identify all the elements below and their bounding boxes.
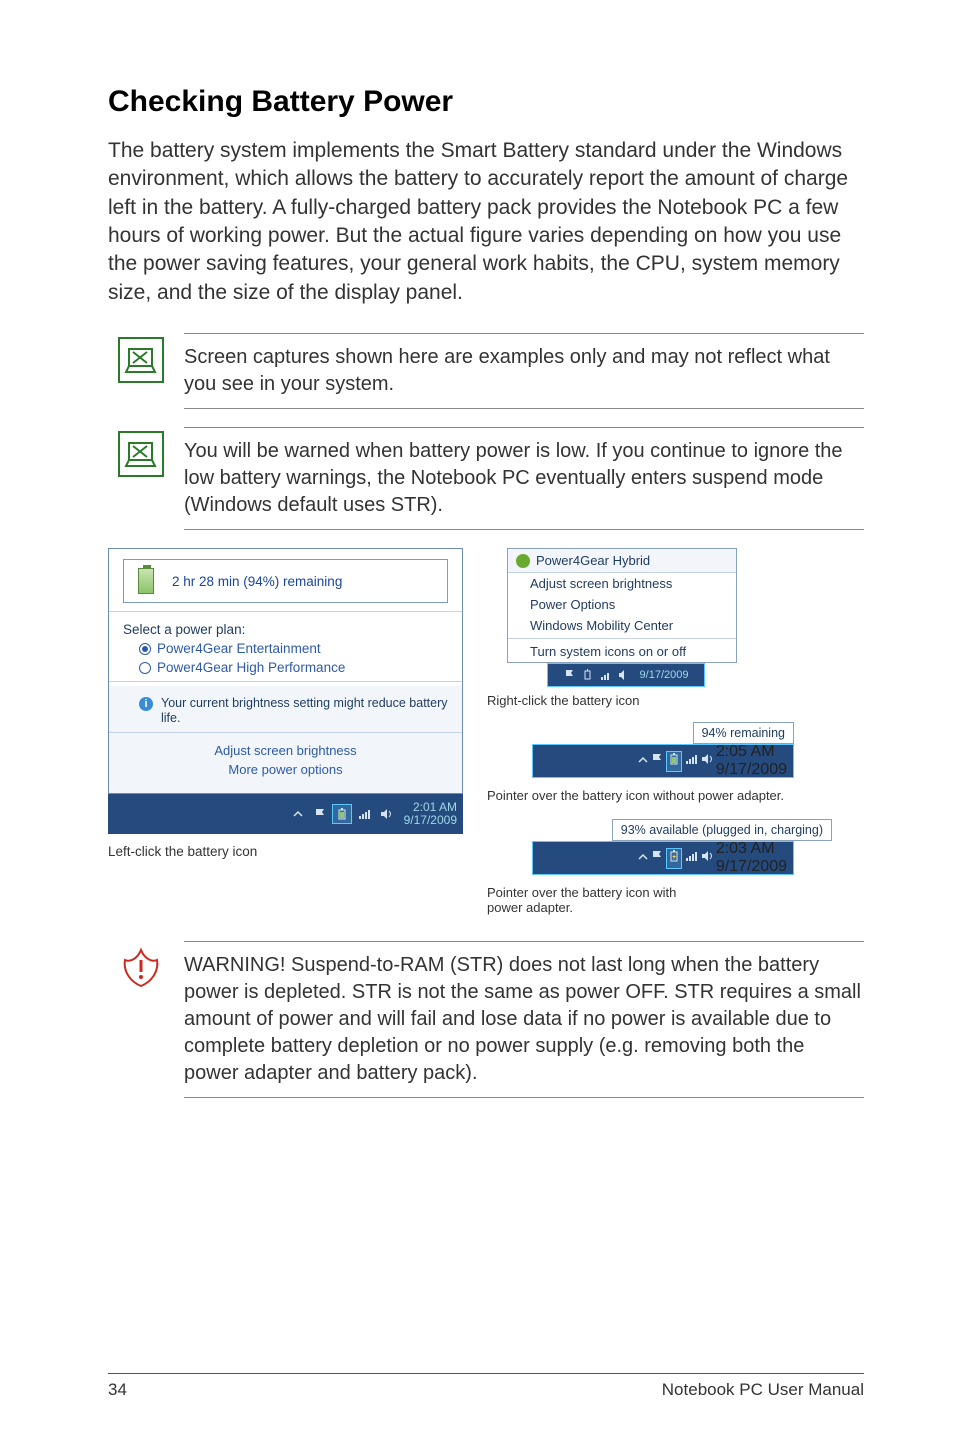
ctx-item-system-icons[interactable]: Turn system icons on or off [508,641,736,662]
flag-icon[interactable] [310,804,330,824]
radio-checked-icon [139,643,151,655]
battery-charging-tray-icon[interactable] [666,848,682,869]
taskbar-left: 2:01 AM 9/17/2009 [108,794,463,834]
caption-right-3-line1: Pointer over the battery icon with [487,885,864,900]
tooltip-remaining: 94% remaining [693,722,794,744]
intro-paragraph: The battery system implements the Smart … [108,137,864,307]
tray-time: 2:03 AM [716,840,787,858]
warning-icon [118,945,164,991]
radio-icon [139,662,151,674]
context-menu-header[interactable]: Power4Gear Hybrid [508,549,736,573]
plan-option-1[interactable]: Power4Gear Entertainment [109,639,462,658]
figure-left: 2 hr 28 min (94%) remaining Select a pow… [108,548,463,915]
tooltip-charging: 93% available (plugged in, charging) [612,819,832,841]
link-adjust-brightness[interactable]: Adjust screen brightness [123,741,448,760]
power4gear-icon [516,554,530,568]
manual-label: Notebook PC User Manual [662,1380,864,1400]
network-icon[interactable] [684,752,698,771]
power-popup: 2 hr 28 min (94%) remaining Select a pow… [108,548,463,794]
tray-date: 9/17/2009 [404,814,457,827]
flag-icon [564,668,578,682]
chevron-up-icon[interactable] [288,804,308,824]
ctx-item-brightness[interactable]: Adjust screen brightness [508,573,736,594]
note-icon [118,431,164,477]
warning-block: WARNING! Suspend-to-RAM (STR) does not l… [118,941,864,1098]
tray-clock[interactable]: 2:05 AM 9/17/2009 [716,743,787,779]
ctx-tail: 9/17/2009 [547,663,705,687]
ctx-tail-date: 9/17/2009 [636,669,689,681]
remaining-box: 2 hr 28 min (94%) remaining [123,559,448,603]
battery-tray-icon[interactable] [332,804,352,824]
tray-clock[interactable]: 2:03 AM 9/17/2009 [716,840,787,876]
caption-right-2: Pointer over the battery icon without po… [487,788,864,803]
battery-icon [138,568,154,594]
tray-clock[interactable]: 2:01 AM 9/17/2009 [398,801,457,827]
divider [109,611,462,612]
warning-text: WARNING! Suspend-to-RAM (STR) does not l… [184,941,864,1098]
caption-right-3-line2: power adapter. [487,900,864,915]
info-icon: i [139,697,153,711]
network-icon[interactable] [354,804,374,824]
context-menu-header-label: Power4Gear Hybrid [536,553,650,568]
tray-date: 9/17/2009 [716,761,787,779]
note-2: You will be warned when battery power is… [118,427,864,530]
context-menu: Power4Gear Hybrid Adjust screen brightne… [507,548,737,663]
page-footer: 34 Notebook PC User Manual [108,1373,864,1400]
ctx-item-mobility-center[interactable]: Windows Mobility Center [508,615,736,636]
battery-tray-icon[interactable] [666,751,682,772]
network-icon[interactable] [684,849,698,868]
figures-row: 2 hr 28 min (94%) remaining Select a pow… [108,548,864,915]
caption-left: Left-click the battery icon [108,844,463,859]
note-1-text: Screen captures shown here are examples … [184,333,864,409]
chevron-up-icon[interactable] [638,849,648,867]
link-more-power-options[interactable]: More power options [123,760,448,779]
volume-icon[interactable] [376,804,396,824]
flag-icon[interactable] [650,752,664,771]
taskbar-right-1: 2:05 AM 9/17/2009 [532,744,794,778]
tray-time: 2:05 AM [716,743,787,761]
note-2-text: You will be warned when battery power is… [184,427,864,530]
plan-option-1-label: Power4Gear Entertainment [157,641,321,656]
remaining-text: 2 hr 28 min (94%) remaining [172,574,342,589]
info-text: Your current brightness setting might re… [161,696,448,726]
volume-icon [618,668,632,682]
divider [109,681,462,682]
links-box: Adjust screen brightness More power opti… [109,732,462,793]
battery-icon [582,668,596,682]
network-icon [600,668,614,682]
caption-right-1: Right-click the battery icon [487,693,864,708]
volume-icon[interactable] [700,752,714,771]
page-title: Checking Battery Power [108,85,864,119]
info-row: i Your current brightness setting might … [109,686,462,732]
ctx-separator [508,638,736,639]
note-icon [118,337,164,383]
note-1: Screen captures shown here are examples … [118,333,864,409]
ctx-item-power-options[interactable]: Power Options [508,594,736,615]
taskbar-right-2: 2:03 AM 9/17/2009 [532,841,794,875]
volume-icon[interactable] [700,849,714,868]
flag-icon[interactable] [650,849,664,868]
tray-date: 9/17/2009 [716,858,787,876]
plan-option-2[interactable]: Power4Gear High Performance [109,658,462,677]
chevron-up-icon[interactable] [638,752,648,770]
page-number: 34 [108,1380,127,1400]
plan-header: Select a power plan: [109,616,462,639]
figure-right: Power4Gear Hybrid Adjust screen brightne… [487,548,864,915]
plan-option-2-label: Power4Gear High Performance [157,660,345,675]
